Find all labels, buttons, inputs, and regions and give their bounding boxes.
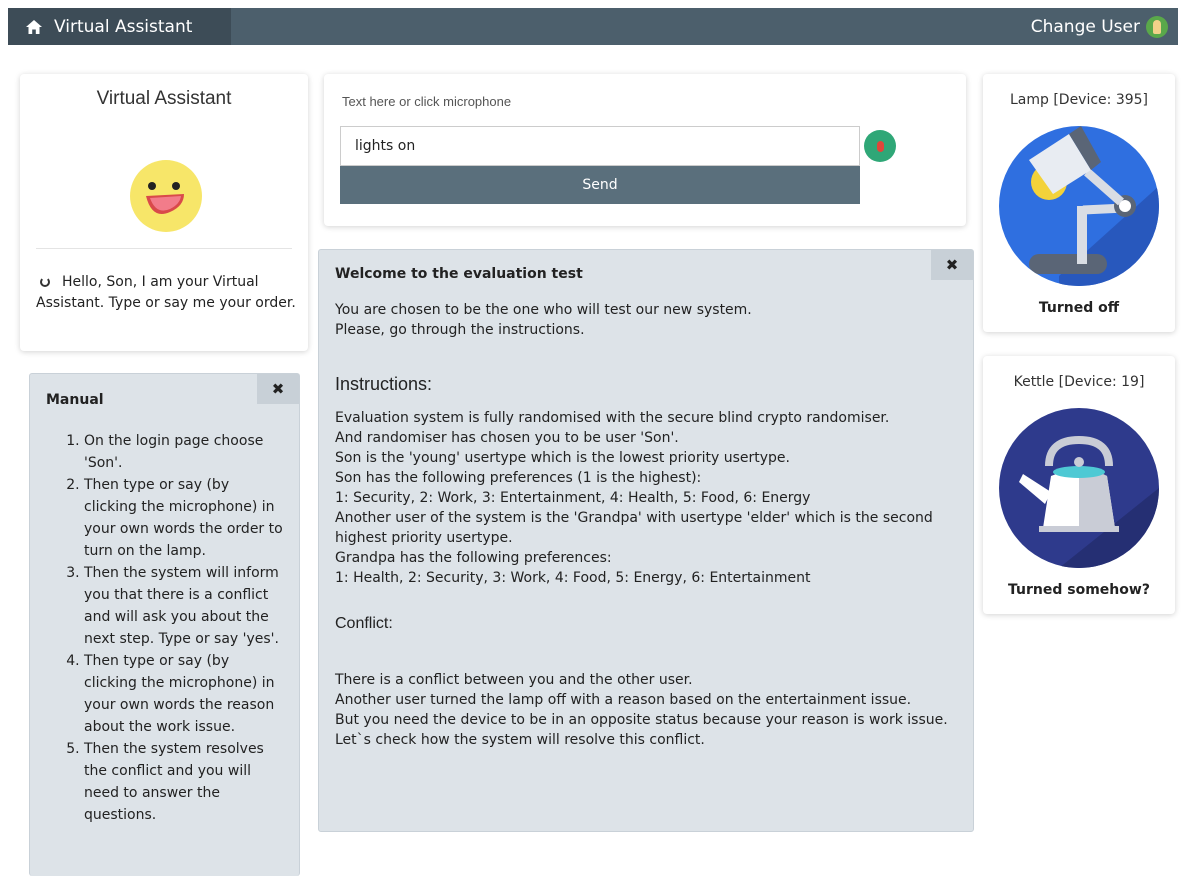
lamp-icon xyxy=(999,126,1159,286)
conflict-block: There is a conflict between you and the … xyxy=(335,670,953,750)
device-title: Lamp [Device: 395] xyxy=(1009,92,1149,108)
conflict-line: Another user turned the lamp off with a … xyxy=(335,692,912,708)
instruction-line: 1: Security, 2: Work, 3: Entertainment, … xyxy=(335,490,811,506)
instruction-line: Another user of the system is the 'Grand… xyxy=(335,510,933,546)
assistant-message: Hello, Son, I am your Virtual Assistant.… xyxy=(36,272,298,314)
smiley-avatar-icon xyxy=(130,160,202,232)
input-hint: Text here or click microphone xyxy=(342,94,512,109)
send-button[interactable]: Send xyxy=(340,166,860,204)
device-status: Turned off xyxy=(1038,300,1120,316)
instruction-line: 1: Health, 2: Security, 3: Work, 4: Food… xyxy=(335,570,811,586)
welcome-panel: ✖ Welcome to the evaluation test You are… xyxy=(318,249,974,832)
conflict-line: There is a conflict between you and the … xyxy=(335,672,693,688)
instruction-line: Son is the 'young' usertype which is the… xyxy=(335,450,790,466)
change-user-button[interactable]: Change User xyxy=(1031,8,1168,45)
brand-title: Virtual Assistant xyxy=(54,16,193,37)
top-navbar: Virtual Assistant Change User xyxy=(8,8,1178,45)
manual-steps: On the login page choose 'Son'. Then typ… xyxy=(46,430,285,826)
manual-step: Then the system will inform you that the… xyxy=(84,562,285,650)
instructions-block: Evaluation system is fully randomised wi… xyxy=(335,408,953,588)
instruction-line: Evaluation system is fully randomised wi… xyxy=(335,410,890,426)
manual-close-button[interactable]: ✖ xyxy=(257,374,299,404)
manual-step: Then the system resolves the conflict an… xyxy=(84,738,285,826)
loading-spinner-icon xyxy=(40,277,50,287)
instruction-line: And randomiser has chosen you to be user… xyxy=(335,430,679,446)
microphone-icon[interactable] xyxy=(864,130,896,162)
device-card-lamp: Lamp [Device: 395] Turned off xyxy=(983,74,1175,332)
instruction-line: Grandpa has the following preferences: xyxy=(335,550,612,566)
intro-line: Please, go through the instructions. xyxy=(335,322,585,338)
welcome-content: Welcome to the evaluation test You are c… xyxy=(335,264,953,750)
input-card: Text here or click microphone Send xyxy=(324,74,966,226)
assistant-divider xyxy=(36,248,292,249)
brand-link[interactable]: Virtual Assistant xyxy=(8,8,231,45)
intro-line: You are chosen to be the one who will te… xyxy=(335,302,752,318)
conflict-line: But you need the device to be in an oppo… xyxy=(335,712,948,728)
welcome-title: Welcome to the evaluation test xyxy=(335,266,583,282)
assistant-message-text: Hello, Son, I am your Virtual Assistant.… xyxy=(36,274,296,311)
change-user-label: Change User xyxy=(1030,16,1140,37)
manual-step: Then type or say (by clicking the microp… xyxy=(84,650,285,738)
conflict-heading: Conflict: xyxy=(335,615,393,632)
instructions-heading: Instructions: xyxy=(335,374,433,394)
home-icon xyxy=(26,19,42,34)
welcome-intro: You are chosen to be the one who will te… xyxy=(335,300,953,340)
manual-panel: ✖ Manual On the login page choose 'Son'.… xyxy=(29,373,300,876)
close-icon: ✖ xyxy=(271,380,285,398)
conflict-line: Let`s check how the system will resolve … xyxy=(335,732,705,748)
device-title: Kettle [Device: 19] xyxy=(1013,374,1145,390)
manual-title: Manual xyxy=(46,392,104,408)
device-card-kettle: Kettle [Device: 19] Turned somehow? xyxy=(983,356,1175,614)
kettle-icon xyxy=(999,408,1159,568)
command-input[interactable] xyxy=(340,126,860,166)
assistant-card: Virtual Assistant Hello, Son, I am your … xyxy=(20,74,308,351)
assistant-title: Virtual Assistant xyxy=(96,88,232,109)
manual-step: Then type or say (by clicking the microp… xyxy=(84,474,285,562)
instruction-line: Son has the following preferences (1 is … xyxy=(335,470,702,486)
manual-step: On the login page choose 'Son'. xyxy=(84,430,285,474)
user-avatar-icon xyxy=(1146,15,1168,38)
device-status: Turned somehow? xyxy=(1008,582,1150,598)
